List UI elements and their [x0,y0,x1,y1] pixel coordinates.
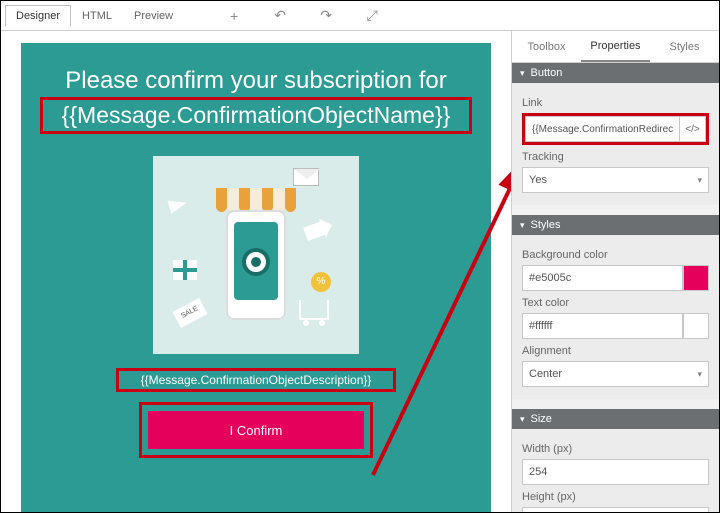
section-styles-header[interactable]: Styles [512,215,719,235]
main-body: Please confirm your subscription for {{M… [1,31,719,512]
envelope-icon [293,168,319,186]
paper-plane-icon [167,196,188,214]
object-desc-macro[interactable]: {{Message.ConfirmationObjectDescription}… [116,368,396,392]
percent-badge-icon: % [311,272,331,292]
alignment-select[interactable]: Center [522,361,709,387]
confirm-button-highlight: I Confirm [139,402,373,458]
email-canvas[interactable]: Please confirm your subscription for {{M… [21,43,491,512]
bgcolor-label: Background color [522,249,709,261]
sidepanel-tabs: Toolbox Properties Styles [512,31,719,63]
bgcolor-input[interactable] [522,265,683,291]
confirm-button[interactable]: I Confirm [148,411,364,449]
sidepanel-body: Button Link </> Tracking Yes Styles Back… [512,63,719,512]
hero-image[interactable]: SALE % [153,156,359,354]
top-toolbar: Designer HTML Preview + ↶ ↷ ⤢ [1,1,719,31]
tab-html[interactable]: HTML [71,5,123,27]
link-label: Link [522,97,709,109]
tab-toolbox[interactable]: Toolbox [512,31,581,62]
textcolor-swatch[interactable] [683,313,709,339]
height-input[interactable] [522,507,709,512]
tab-properties[interactable]: Properties [581,31,650,62]
textcolor-label: Text color [522,297,709,309]
cart-icon [299,300,329,320]
side-panel: Toolbox Properties Styles Button Link </… [511,31,719,512]
gift-icon [173,260,197,280]
target-icon [242,248,270,276]
tab-styles[interactable]: Styles [650,31,719,62]
add-button[interactable]: + [224,6,244,26]
width-label: Width (px) [522,443,709,455]
phone-icon [226,210,286,320]
section-styles: Background color Text color Alignment Ce… [512,235,719,399]
link-field-highlight: </> [522,113,709,145]
link-input[interactable] [525,116,680,142]
collapse-button[interactable]: ⤢ [362,6,382,26]
tracking-label: Tracking [522,151,709,163]
redo-button[interactable]: ↷ [316,6,336,26]
sale-tag-icon: SALE [173,298,208,328]
width-input[interactable] [522,459,709,485]
bgcolor-swatch[interactable] [683,265,709,291]
alignment-label: Alignment [522,345,709,357]
tab-preview[interactable]: Preview [123,5,184,27]
undo-button[interactable]: ↶ [270,6,290,26]
tab-designer[interactable]: Designer [5,5,71,27]
heading-text[interactable]: Please confirm your subscription for [21,67,491,95]
section-button-header[interactable]: Button [512,63,719,83]
section-size: Width (px) Height (px) [512,429,719,512]
megaphone-icon [303,221,327,241]
view-tabs: Designer HTML Preview [5,5,184,27]
object-name-macro[interactable]: {{Message.ConfirmationObjectName}} [40,97,472,134]
height-label: Height (px) [522,491,709,503]
link-macro-button[interactable]: </> [680,116,706,142]
section-size-header[interactable]: Size [512,409,719,429]
section-button: Link </> Tracking Yes [512,83,719,205]
toolbar-buttons: + ↶ ↷ ⤢ [224,6,382,26]
textcolor-input[interactable] [522,313,683,339]
tracking-select[interactable]: Yes [522,167,709,193]
awning-icon [216,188,296,212]
canvas-area[interactable]: Please confirm your subscription for {{M… [1,31,511,512]
app-frame: Designer HTML Preview + ↶ ↷ ⤢ Please con… [0,0,720,513]
